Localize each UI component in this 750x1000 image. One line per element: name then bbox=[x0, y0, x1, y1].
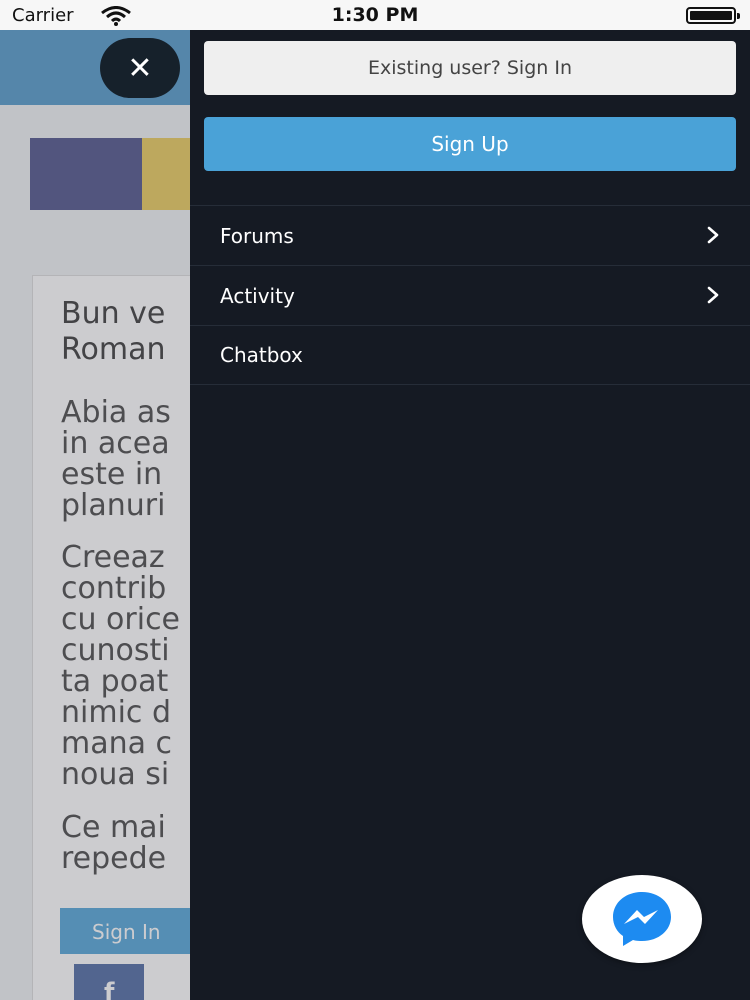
menu-item-chatbox[interactable]: Chatbox bbox=[190, 325, 750, 385]
status-bar: Carrier 1:30 PM bbox=[0, 0, 750, 30]
menu-item-activity[interactable]: Activity bbox=[190, 265, 750, 325]
chevron-right-icon bbox=[707, 226, 719, 244]
menu-item-label: Activity bbox=[220, 283, 295, 308]
sign-up-button[interactable]: Sign Up bbox=[204, 117, 736, 171]
menu-item-label: Forums bbox=[220, 223, 294, 248]
drawer-menu: Forums Activity Chatbox bbox=[190, 205, 750, 385]
close-icon: ✕ bbox=[127, 50, 153, 86]
sign-in-button[interactable]: Existing user? Sign In bbox=[204, 41, 736, 95]
menu-item-label: Chatbox bbox=[220, 343, 303, 367]
clock: 1:30 PM bbox=[331, 4, 419, 26]
close-drawer-button[interactable]: ✕ bbox=[100, 38, 180, 98]
battery-icon bbox=[686, 7, 740, 24]
menu-item-forums[interactable]: Forums bbox=[190, 205, 750, 265]
navigation-drawer: Existing user? Sign In Sign Up Forums Ac… bbox=[190, 30, 750, 1000]
messenger-icon bbox=[613, 892, 671, 946]
messenger-chat-button[interactable] bbox=[582, 875, 702, 963]
chevron-right-icon bbox=[707, 286, 719, 304]
